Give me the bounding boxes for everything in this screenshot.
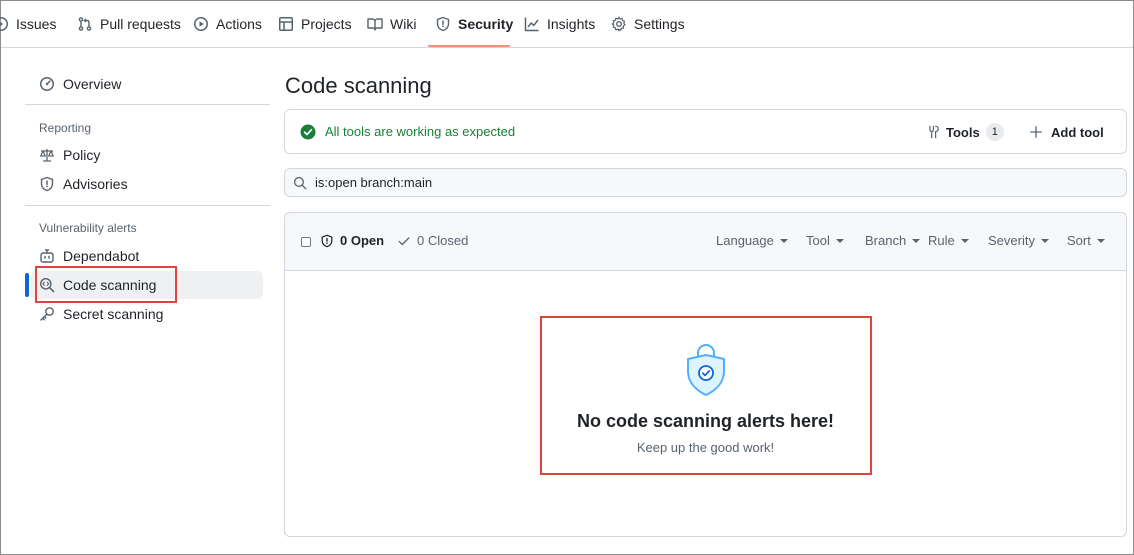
chevron-down-icon [835, 238, 844, 243]
chevron-down-icon [912, 238, 921, 243]
tab-security-label: Security [458, 16, 514, 32]
tab-projects[interactable]: Projects [278, 1, 352, 47]
tab-pull-requests-label: Pull requests [100, 16, 181, 32]
chevron-down-icon [1040, 238, 1049, 243]
tab-issues-label: Issues [16, 16, 57, 32]
tab-settings-label: Settings [634, 16, 685, 32]
repo-nav: Issues Pull requests Actions Projects Wi… [0, 1, 1133, 48]
law-icon [40, 149, 54, 162]
book-icon [367, 18, 383, 31]
dependabot-icon [40, 249, 54, 263]
closed-filter-label: 0 Closed [417, 233, 469, 248]
tab-insights-label: Insights [547, 16, 596, 32]
sidebar-item-label: Overview [63, 76, 122, 92]
sidebar-heading-reporting: Reporting [39, 121, 92, 135]
sidebar-item-policy[interactable]: Policy [31, 141, 263, 169]
sidebar-divider [25, 104, 270, 105]
tool-status-text: All tools are working as expected [325, 124, 516, 139]
sidebar-heading-vulnerability-alerts: Vulnerability alerts [39, 221, 137, 235]
rule-dropdown[interactable]: Rule [928, 233, 969, 248]
severity-dropdown[interactable]: Severity [988, 233, 1049, 248]
tab-actions[interactable]: Actions [193, 1, 262, 47]
tab-security[interactable]: Security [435, 1, 513, 47]
tab-settings[interactable]: Settings [611, 1, 685, 47]
check-circle-icon [300, 124, 316, 140]
highlight-box-sidebar [35, 266, 177, 303]
sidebar-item-secret-scanning[interactable]: Secret scanning [31, 300, 263, 328]
open-filter[interactable]: 0 Open [320, 233, 384, 248]
gear-icon [611, 16, 626, 32]
alerts-search-bar[interactable] [284, 168, 1127, 197]
sidebar-item-label: Secret scanning [63, 306, 164, 322]
sidebar-divider [25, 205, 270, 206]
sort-dropdown[interactable]: Sort [1067, 233, 1105, 248]
add-tool-button[interactable]: Add tool [1029, 119, 1104, 145]
sort-dropdown-label: Sort [1067, 233, 1091, 248]
plus-icon [1030, 126, 1042, 138]
sidebar-item-label: Policy [63, 147, 101, 163]
key-icon [40, 307, 54, 321]
page-title: Code scanning [285, 73, 432, 98]
table-icon [279, 17, 293, 31]
open-filter-label: 0 Open [340, 233, 385, 248]
pull-request-icon [78, 17, 92, 31]
chevron-down-icon [1096, 238, 1105, 243]
branch-dropdown[interactable]: Branch [865, 233, 921, 248]
tool-dropdown-label: Tool [806, 233, 830, 248]
play-icon [194, 17, 208, 31]
highlight-box-empty-state [540, 316, 872, 475]
shield-icon [321, 234, 333, 247]
tool-status-banner: All tools are working as expected Tools … [284, 109, 1127, 154]
chevron-down-icon [960, 238, 969, 243]
tools-label: Tools [946, 124, 980, 140]
sidebar-item-overview[interactable]: Overview [31, 70, 263, 98]
language-dropdown[interactable]: Language [716, 233, 788, 248]
issue-icon [0, 17, 8, 31]
tab-projects-label: Projects [301, 16, 352, 32]
search-icon [293, 176, 307, 189]
chevron-down-icon [779, 238, 788, 243]
sidebar-active-indicator [25, 273, 29, 297]
tab-wiki-label: Wiki [390, 16, 417, 32]
shield-icon [40, 176, 54, 192]
sidebar-item-label: Dependabot [63, 248, 140, 264]
tab-wiki[interactable]: Wiki [367, 1, 416, 47]
tools-button[interactable]: Tools 1 [926, 119, 1004, 145]
tab-actions-label: Actions [216, 16, 262, 32]
search-input[interactable] [315, 175, 1095, 190]
tab-insights[interactable]: Insights [524, 1, 595, 47]
sidebar-item-advisories[interactable]: Advisories [31, 170, 263, 198]
language-dropdown-label: Language [716, 233, 774, 248]
branch-dropdown-label: Branch [865, 233, 907, 248]
shield-icon [436, 16, 450, 32]
alerts-list-header: 0 Open 0 Closed Language Tool Branch Rul… [285, 213, 1126, 271]
sidebar-item-label: Advisories [63, 176, 128, 192]
tools-icon [929, 125, 939, 139]
closed-filter[interactable]: 0 Closed [397, 233, 468, 248]
select-all-checkbox[interactable] [301, 237, 311, 247]
selected-tab-indicator [428, 45, 510, 47]
severity-dropdown-label: Severity [988, 233, 1035, 248]
tab-pull-requests[interactable]: Pull requests [77, 1, 181, 47]
tools-count-badge: 1 [985, 123, 1004, 141]
graph-icon [524, 17, 539, 32]
rule-dropdown-label: Rule [928, 233, 955, 248]
check-icon [398, 236, 410, 245]
add-tool-label: Add tool [1051, 124, 1104, 140]
tab-issues[interactable]: Issues [0, 1, 56, 47]
meter-icon [40, 77, 54, 91]
tool-dropdown[interactable]: Tool [806, 233, 844, 248]
